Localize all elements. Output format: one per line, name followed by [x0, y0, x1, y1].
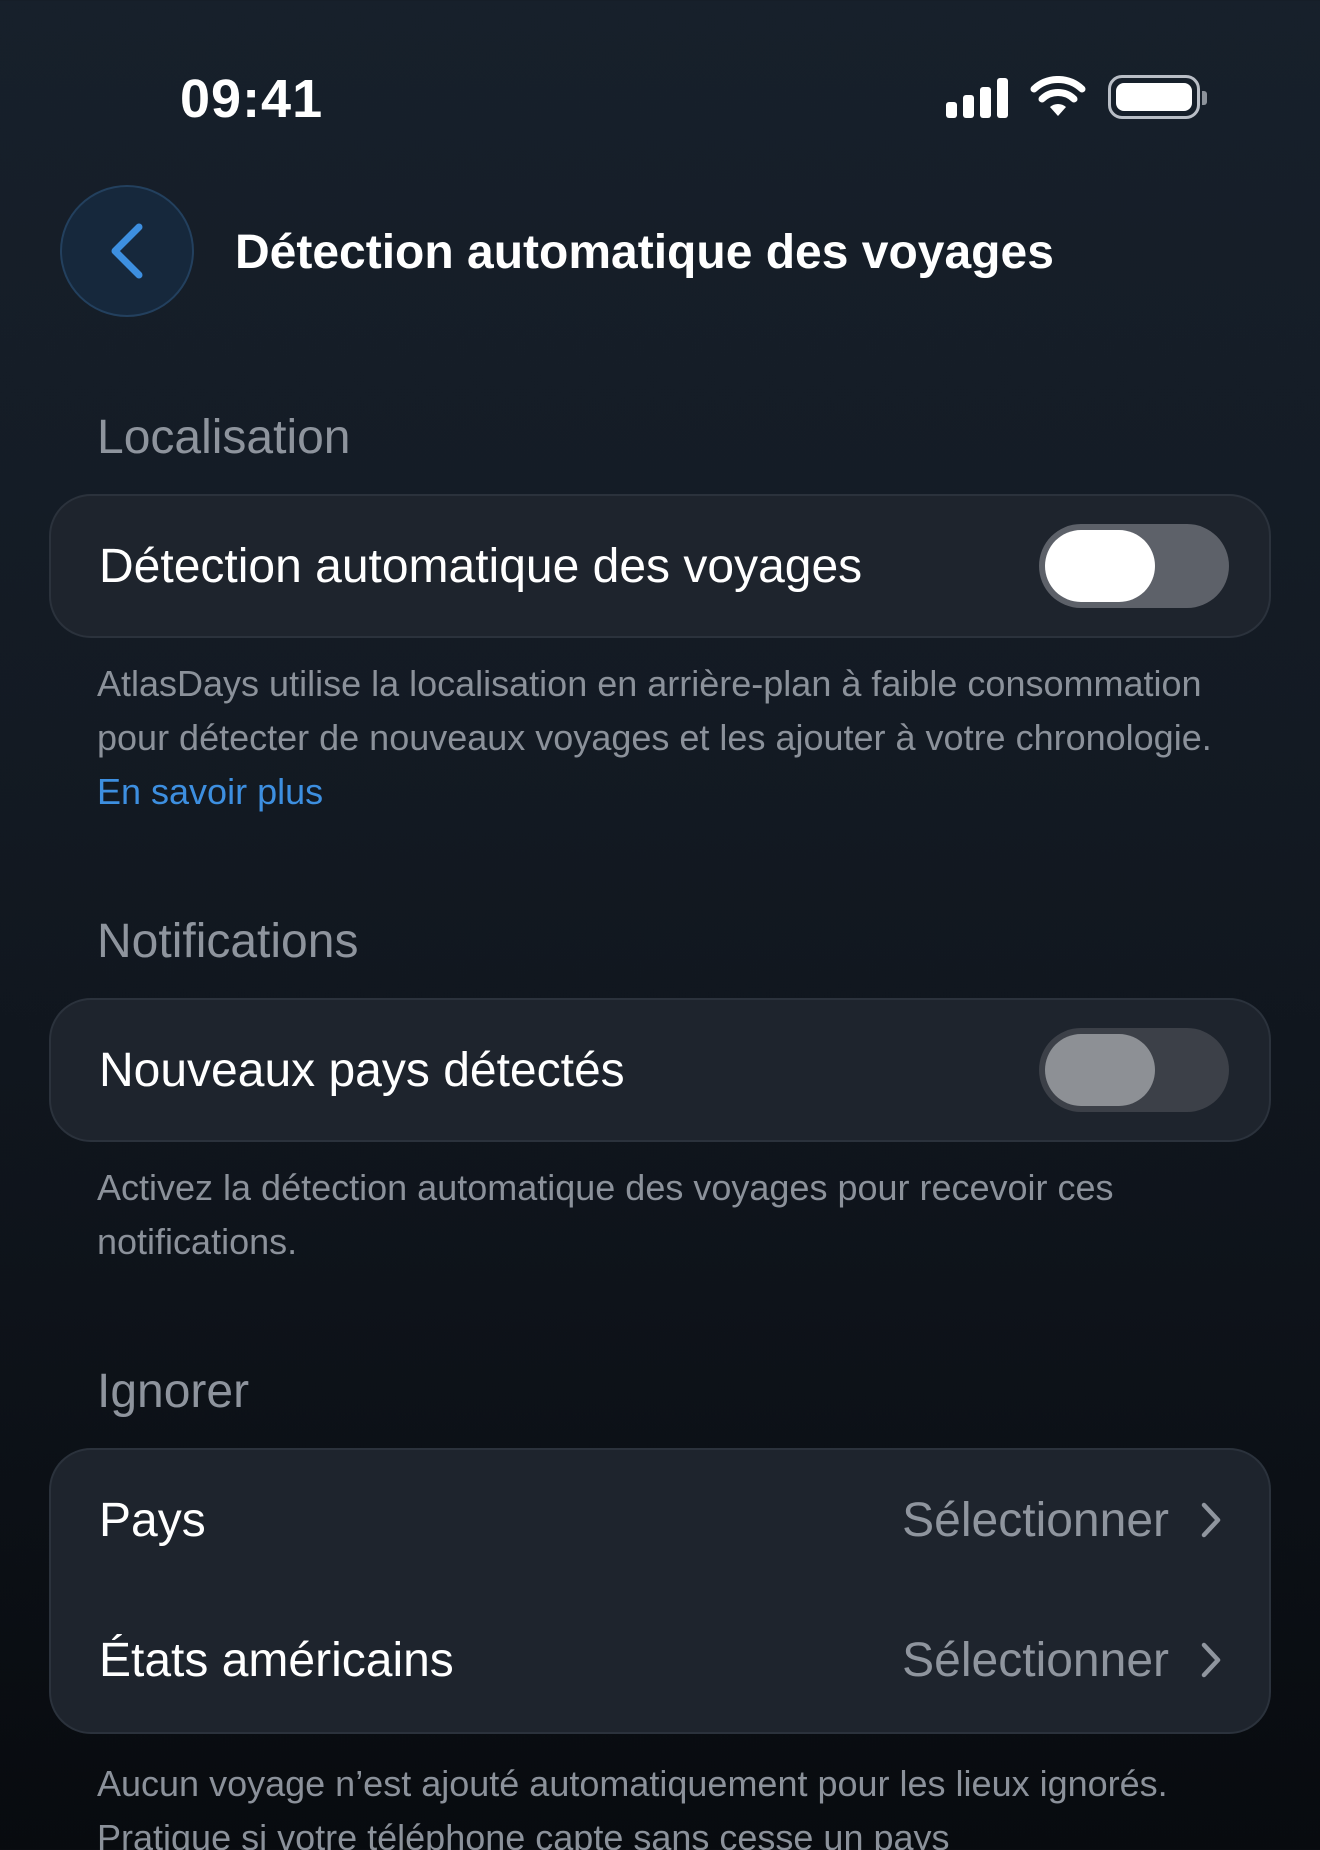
auto-detection-label: Détection automatique des voyages	[99, 539, 863, 593]
ignore-countries-row[interactable]: Pays Sélectionner	[51, 1450, 1269, 1590]
learn-more-link[interactable]: En savoir plus	[97, 771, 323, 812]
toggle-knob	[1045, 530, 1155, 602]
ignore-us-states-value: Sélectionner	[902, 1633, 1169, 1687]
signal-icon	[946, 76, 1008, 118]
new-countries-toggle[interactable]	[1039, 1028, 1229, 1112]
location-footnote-text: AtlasDays utilise la localisation en arr…	[97, 663, 1212, 758]
toggle-knob	[1045, 1034, 1155, 1106]
battery-icon	[1108, 75, 1207, 119]
auto-detection-row: Détection automatique des voyages	[51, 496, 1269, 636]
chevron-right-icon	[1201, 1642, 1221, 1678]
notifications-card: Nouveaux pays détectés	[49, 998, 1271, 1142]
ignore-footnote: Aucun voyage n’est ajouté automatiquemen…	[97, 1763, 1168, 1850]
new-countries-row: Nouveaux pays détectés	[51, 1000, 1269, 1140]
ignore-us-states-row[interactable]: États américains Sélectionner	[51, 1590, 1269, 1730]
ignore-us-states-label: États américains	[99, 1633, 454, 1687]
location-footnote: AtlasDays utilise la localisation en arr…	[97, 657, 1237, 819]
status-time: 09:41	[180, 69, 324, 129]
wifi-icon	[1030, 76, 1086, 116]
section-header-ignore: Ignorer	[97, 1365, 250, 1418]
section-header-location: Localisation	[97, 411, 351, 464]
auto-detection-toggle[interactable]	[1039, 524, 1229, 608]
back-button[interactable]	[60, 185, 194, 317]
location-card: Détection automatique des voyages	[49, 494, 1271, 638]
status-icons	[946, 74, 1207, 120]
chevron-right-icon	[1201, 1502, 1221, 1538]
notifications-footnote: Activez la détection automatique des voy…	[97, 1167, 1114, 1262]
chevron-left-icon	[111, 223, 143, 279]
ignore-card: Pays Sélectionner États américains Sélec…	[49, 1448, 1271, 1734]
ignore-countries-label: Pays	[99, 1493, 206, 1547]
new-countries-label: Nouveaux pays détectés	[99, 1043, 625, 1097]
nav-bar: Détection automatique des voyages	[60, 185, 1260, 317]
status-bar: 09:41	[0, 0, 1320, 190]
ignore-countries-value: Sélectionner	[902, 1493, 1169, 1547]
section-header-notifications: Notifications	[97, 915, 359, 968]
page-title: Détection automatique des voyages	[235, 226, 1054, 279]
